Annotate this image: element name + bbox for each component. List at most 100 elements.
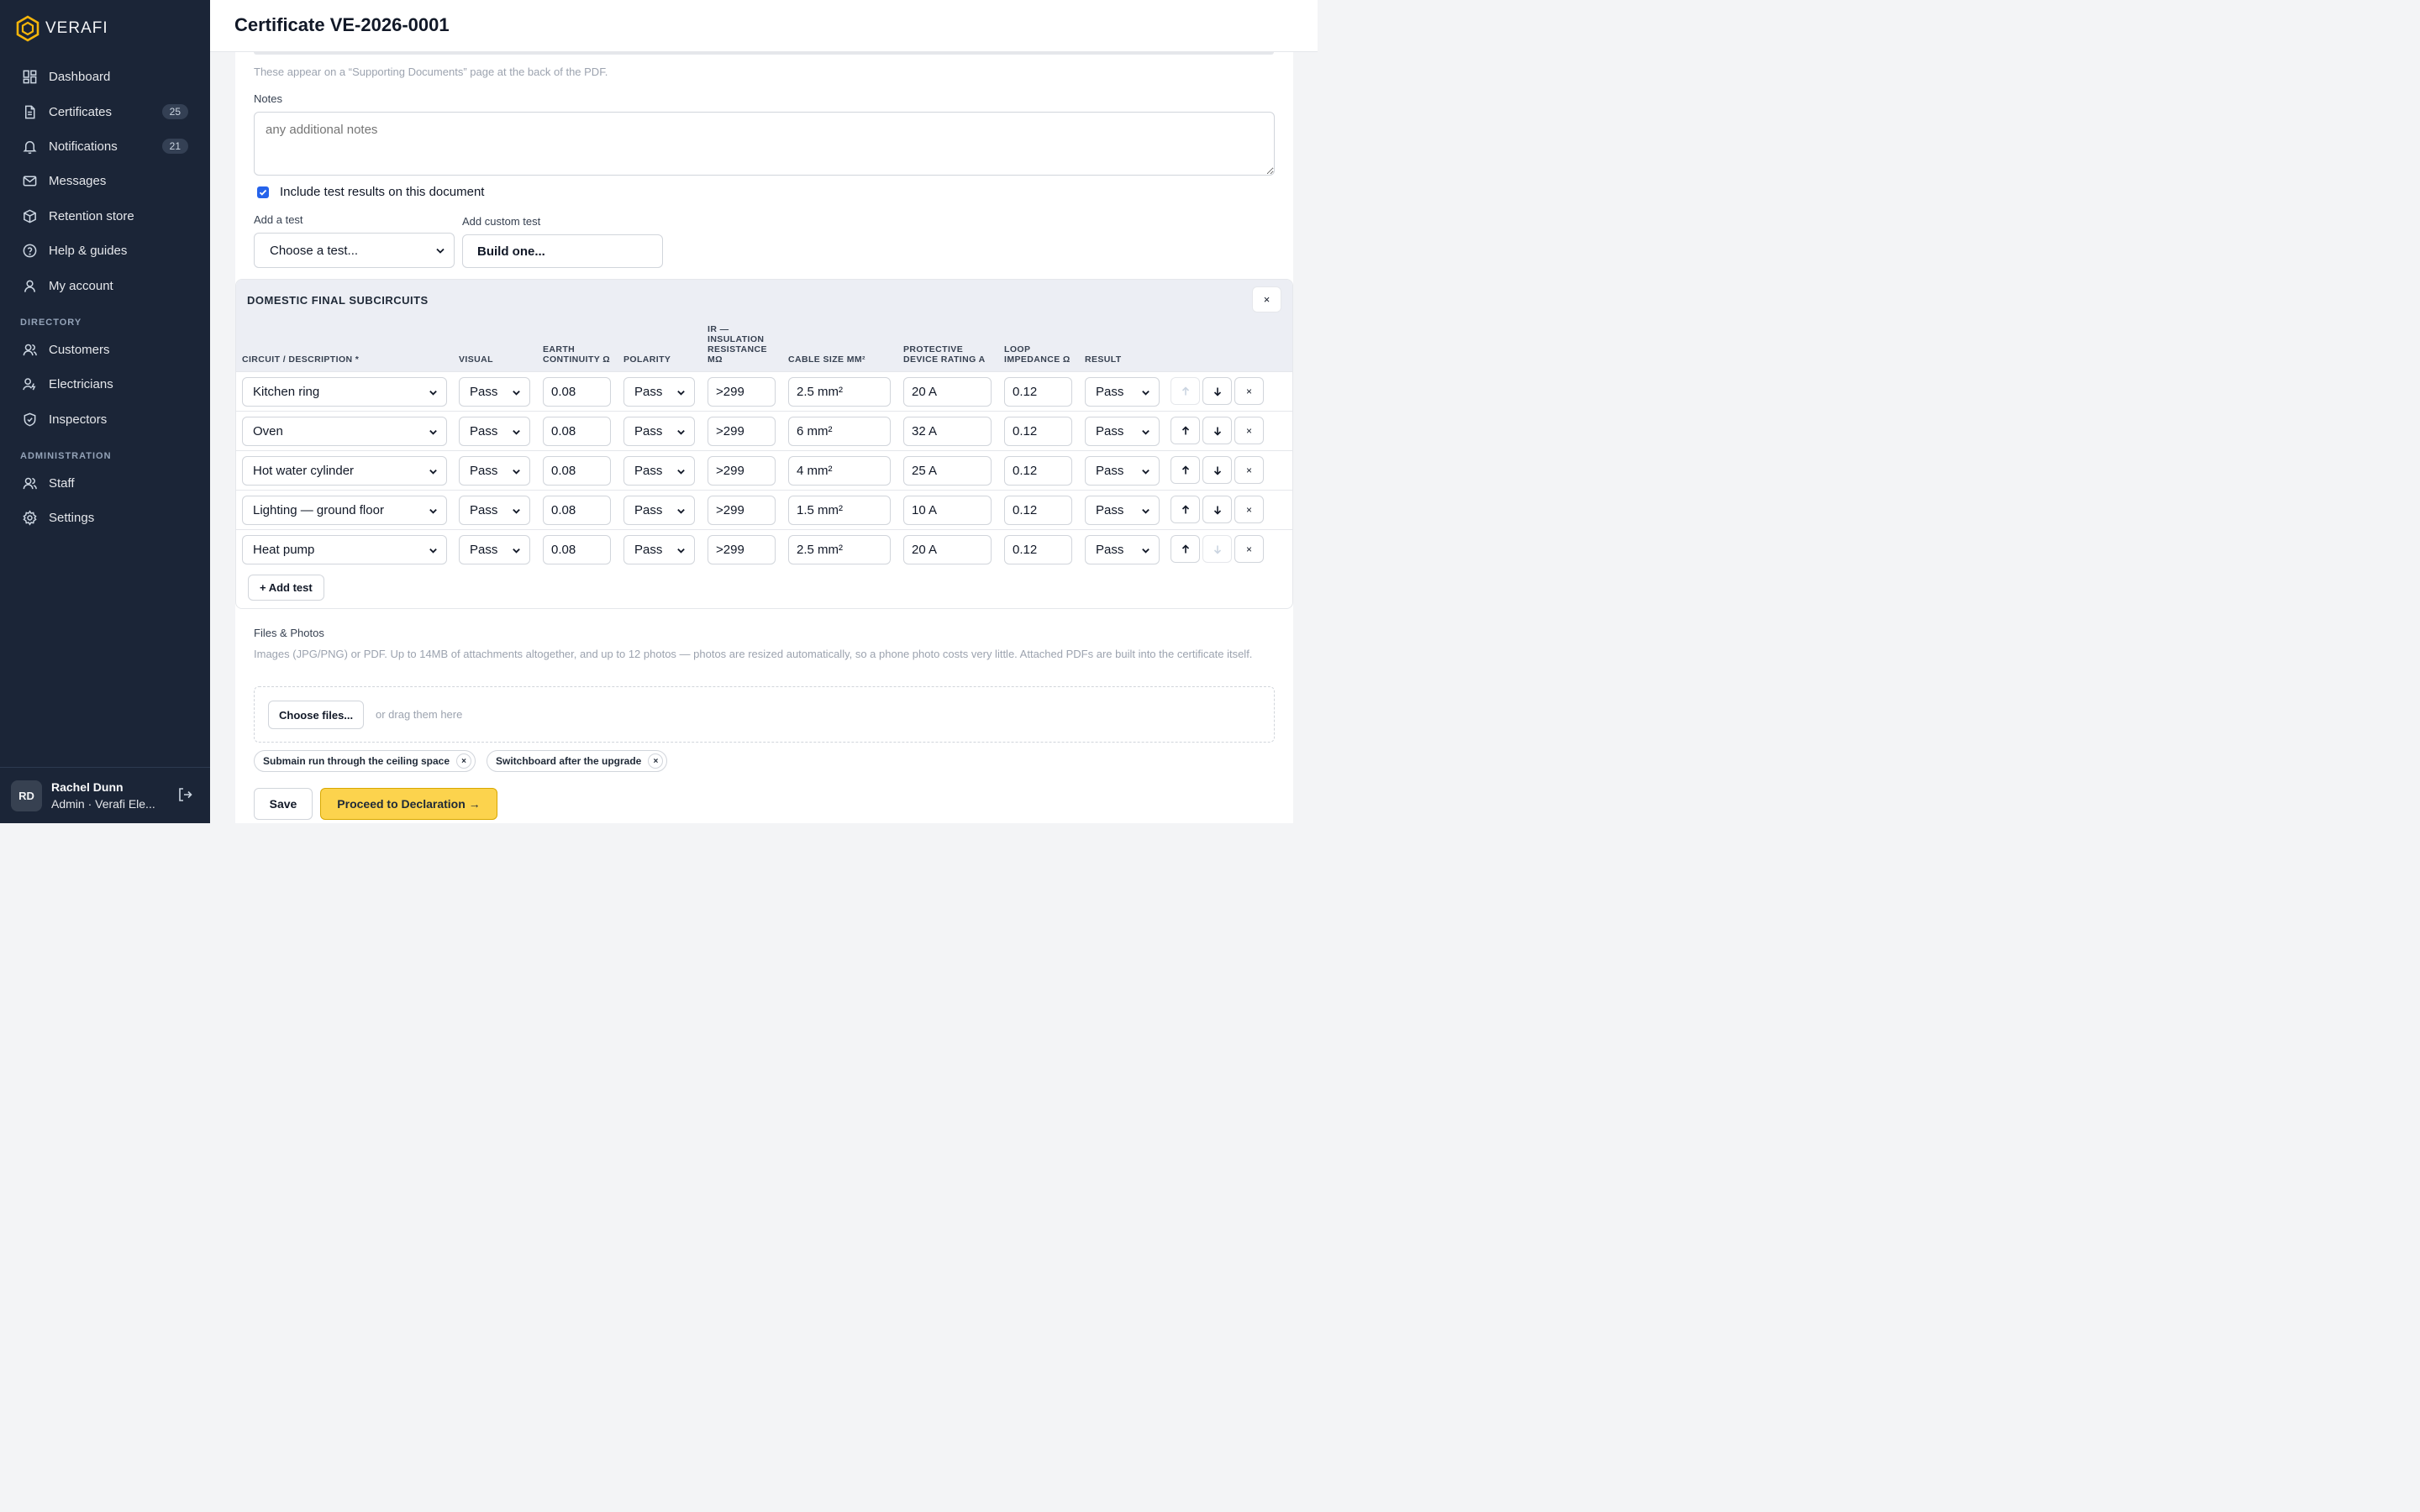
table-row: Kitchen ring Pass 0.08 Pass >299 2.5 mm² 20 A 0… (236, 372, 1292, 412)
cable-size-input[interactable]: 2.5 mm² (788, 535, 891, 564)
insulation-resistance-input[interactable]: >299 (708, 456, 776, 486)
loop-impedance-input[interactable]: 0.12 (1004, 417, 1072, 446)
notes-textarea[interactable] (254, 112, 1275, 176)
include-tests-row[interactable]: Include test results on this document (257, 185, 484, 199)
remove-row-button[interactable]: × (1234, 535, 1264, 563)
earth-continuity-input[interactable]: 0.08 (543, 377, 611, 407)
cable-size-input[interactable]: 2.5 mm² (788, 377, 891, 407)
cable-size-input[interactable]: 4 mm² (788, 456, 891, 486)
insulation-resistance-value: >299 (716, 464, 744, 478)
file-dropzone[interactable]: Choose files... or drag them here (254, 686, 1275, 743)
sidebar-item-help[interactable]: Help & guides (10, 234, 200, 268)
sidebar-item-dashboard[interactable]: Dashboard (10, 60, 200, 94)
loop-impedance-input[interactable]: 0.12 (1004, 377, 1072, 407)
circuit-select[interactable]: Lighting — ground floor (242, 496, 447, 525)
circuit-value: Oven (253, 424, 283, 438)
move-up-button[interactable] (1171, 456, 1200, 484)
circuit-select[interactable]: Hot water cylinder (242, 456, 447, 486)
visual-select[interactable]: Pass (459, 456, 530, 486)
add-custom-test-label: Add custom test (462, 215, 541, 228)
earth-continuity-input[interactable]: 0.08 (543, 417, 611, 446)
logout-icon[interactable] (176, 786, 193, 803)
polarity-select[interactable]: Pass (623, 377, 695, 407)
visual-select[interactable]: Pass (459, 377, 530, 407)
remove-attachment-icon[interactable]: × (648, 753, 664, 769)
remove-row-button[interactable]: × (1234, 377, 1264, 405)
loop-impedance-input[interactable]: 0.12 (1004, 535, 1072, 564)
brand-logo[interactable]: VERAFI (15, 15, 108, 42)
add-test-row-button[interactable]: + Add test (248, 575, 324, 601)
move-up-button[interactable] (1171, 377, 1200, 405)
insulation-resistance-value: >299 (716, 543, 744, 557)
build-custom-test-button[interactable]: Build one... (462, 234, 663, 268)
avatar[interactable]: RD (11, 780, 42, 811)
move-down-button[interactable] (1202, 417, 1232, 444)
result-select[interactable]: Pass (1085, 417, 1160, 446)
result-select[interactable]: Pass (1085, 535, 1160, 564)
remove-row-button[interactable]: × (1234, 417, 1264, 444)
circuit-select[interactable]: Kitchen ring (242, 377, 447, 407)
sidebar-item-retention-store[interactable]: Retention store (10, 199, 200, 234)
visual-select[interactable]: Pass (459, 417, 530, 446)
circuit-value: Heat pump (253, 543, 315, 557)
remove-attachment-icon[interactable]: × (456, 753, 472, 769)
move-down-button[interactable] (1202, 377, 1232, 405)
device-rating-input[interactable]: 25 A (903, 456, 992, 486)
cable-size-input[interactable]: 1.5 mm² (788, 496, 891, 525)
circuit-select[interactable]: Oven (242, 417, 447, 446)
sidebar-item-settings[interactable]: Settings (10, 501, 200, 535)
remove-row-button[interactable]: × (1234, 456, 1264, 484)
administration-heading: ADMINISTRATION (20, 450, 112, 461)
insulation-resistance-input[interactable]: >299 (708, 535, 776, 564)
result-select[interactable]: Pass (1085, 456, 1160, 486)
add-test-select[interactable]: Choose a test... (254, 233, 455, 268)
polarity-select[interactable]: Pass (623, 417, 695, 446)
sidebar-item-customers[interactable]: Customers (10, 333, 200, 367)
result-select[interactable]: Pass (1085, 496, 1160, 525)
insulation-resistance-input[interactable]: >299 (708, 377, 776, 407)
visual-select[interactable]: Pass (459, 535, 530, 564)
remove-panel-button[interactable]: × (1252, 286, 1281, 312)
insulation-resistance-input[interactable]: >299 (708, 417, 776, 446)
loop-impedance-input[interactable]: 0.12 (1004, 496, 1072, 525)
circuit-select[interactable]: Heat pump (242, 535, 447, 564)
sidebar-item-messages[interactable]: Messages (10, 164, 200, 198)
earth-continuity-input[interactable]: 0.08 (543, 535, 611, 564)
result-select[interactable]: Pass (1085, 377, 1160, 407)
move-down-button[interactable] (1202, 456, 1232, 484)
sidebar-item-staff[interactable]: Staff (10, 466, 200, 501)
include-tests-checkbox[interactable] (257, 186, 269, 198)
table-row: Lighting — ground floor Pass 0.08 Pass >299 1… (236, 491, 1292, 530)
save-button[interactable]: Save (254, 788, 313, 820)
remove-row-button[interactable]: × (1234, 496, 1264, 523)
visual-select[interactable]: Pass (459, 496, 530, 525)
sidebar-item-my-account[interactable]: My account (10, 268, 200, 302)
insulation-resistance-input[interactable]: >299 (708, 496, 776, 525)
move-up-button[interactable] (1171, 417, 1200, 444)
polarity-select[interactable]: Pass (623, 496, 695, 525)
proceed-to-declaration-button[interactable]: Proceed to Declaration → (320, 788, 497, 820)
loop-impedance-input[interactable]: 0.12 (1004, 456, 1072, 486)
device-rating-input[interactable]: 20 A (903, 377, 992, 407)
device-rating-input[interactable]: 32 A (903, 417, 992, 446)
move-up-button[interactable] (1171, 496, 1200, 523)
move-down-button[interactable] (1202, 535, 1232, 563)
cable-size-input[interactable]: 6 mm² (788, 417, 891, 446)
move-up-button[interactable] (1171, 535, 1200, 563)
device-rating-input[interactable]: 10 A (903, 496, 992, 525)
sidebar: VERAFI Dashboard Certificates 25 Notific… (0, 0, 210, 823)
earth-continuity-input[interactable]: 0.08 (543, 456, 611, 486)
polarity-select[interactable]: Pass (623, 456, 695, 486)
column-header-cable-size: CABLE SIZE MM² (788, 354, 865, 365)
sidebar-item-inspectors[interactable]: Inspectors (10, 402, 200, 437)
sidebar-item-electricians[interactable]: Electricians (10, 367, 200, 402)
sidebar-item-certificates[interactable]: Certificates 25 (10, 94, 200, 129)
users-icon (23, 344, 37, 356)
polarity-select[interactable]: Pass (623, 535, 695, 564)
sidebar-item-notifications[interactable]: Notifications 21 (10, 129, 200, 164)
earth-continuity-input[interactable]: 0.08 (543, 496, 611, 525)
move-down-button[interactable] (1202, 496, 1232, 523)
choose-files-button[interactable]: Choose files... (268, 701, 365, 729)
circuit-value: Lighting — ground floor (253, 503, 384, 517)
device-rating-input[interactable]: 20 A (903, 535, 992, 564)
